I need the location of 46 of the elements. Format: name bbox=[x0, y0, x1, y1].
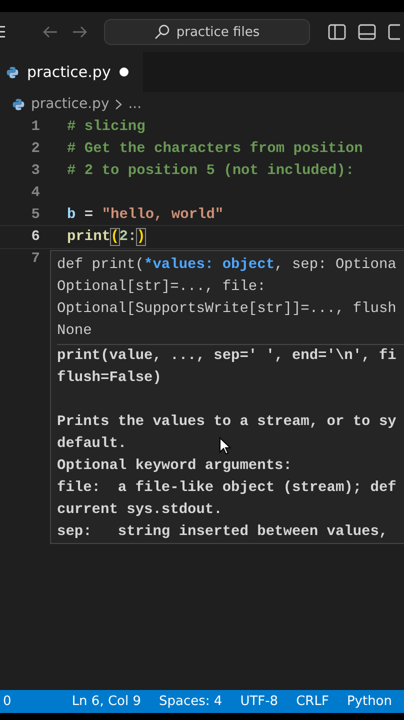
python-icon bbox=[6, 66, 19, 78]
line-number: 7 bbox=[30, 251, 40, 267]
doc-line: Optional keyword arguments: bbox=[57, 457, 292, 476]
signature-line: Optional[str]=..., file: bbox=[57, 278, 266, 297]
line-number: 2 bbox=[30, 141, 40, 157]
file-tab[interactable]: practice.py bbox=[0, 52, 143, 92]
line-number: 1 bbox=[30, 119, 40, 135]
search-icon bbox=[154, 24, 170, 40]
chevron-icon bbox=[115, 98, 122, 110]
status-item[interactable]: Ln 6, Col 9 bbox=[72, 694, 142, 709]
menu-icon[interactable] bbox=[0, 26, 5, 38]
doc-line: flush=False) bbox=[57, 369, 162, 388]
breadcrumb-item[interactable]: ... bbox=[128, 96, 142, 112]
status-item[interactable]: CRLF bbox=[296, 694, 329, 709]
mouse-pointer-icon bbox=[219, 437, 231, 455]
modified-dot-icon[interactable] bbox=[118, 67, 129, 77]
layout-icon[interactable] bbox=[388, 24, 400, 40]
forward-icon[interactable] bbox=[72, 26, 88, 38]
signature-line: def print(*values: object, sep: Optiona bbox=[57, 256, 396, 275]
signature-line: Optional[SupportsWrite[str]]=..., flush bbox=[57, 300, 396, 319]
panel-layout-icon[interactable] bbox=[358, 24, 376, 40]
doc-line: default. bbox=[57, 435, 127, 454]
python-icon bbox=[12, 98, 25, 110]
doc-line: current sys.stdout. bbox=[57, 501, 222, 520]
code-line: # slicing bbox=[66, 119, 146, 135]
breadcrumb-item[interactable]: practice.py bbox=[31, 96, 110, 112]
code-line: b = "hello, world" bbox=[66, 207, 224, 223]
doc-line: Prints the values to a stream, or to sy bbox=[57, 413, 396, 432]
signature-line: None bbox=[57, 322, 92, 341]
status-item[interactable]: Spaces: 4 bbox=[159, 694, 222, 709]
line-number: 3 bbox=[30, 163, 40, 179]
status-item[interactable]: UTF-8 bbox=[240, 694, 278, 709]
doc-line: file: a file-like object (stream); def bbox=[57, 479, 396, 498]
code-line: # 2 to position 5 (not included): bbox=[66, 163, 354, 179]
status-item[interactable]: 0 bbox=[3, 694, 12, 709]
code-line: print(2:) bbox=[66, 229, 146, 245]
search-field[interactable]: practice files bbox=[104, 19, 310, 45]
status-item[interactable]: Python bbox=[346, 694, 392, 709]
line-number: 6 bbox=[30, 229, 40, 245]
line-number: 5 bbox=[30, 207, 40, 223]
doc-line: print(value, ..., sep=' ', end='\n', fi bbox=[57, 347, 396, 366]
back-icon[interactable] bbox=[42, 26, 58, 38]
doc-line: sep: string inserted between values, bbox=[57, 523, 388, 542]
code-line: # Get the characters from position bbox=[66, 141, 363, 157]
sidebar-layout-icon[interactable] bbox=[328, 24, 346, 40]
line-number: 4 bbox=[30, 185, 40, 201]
